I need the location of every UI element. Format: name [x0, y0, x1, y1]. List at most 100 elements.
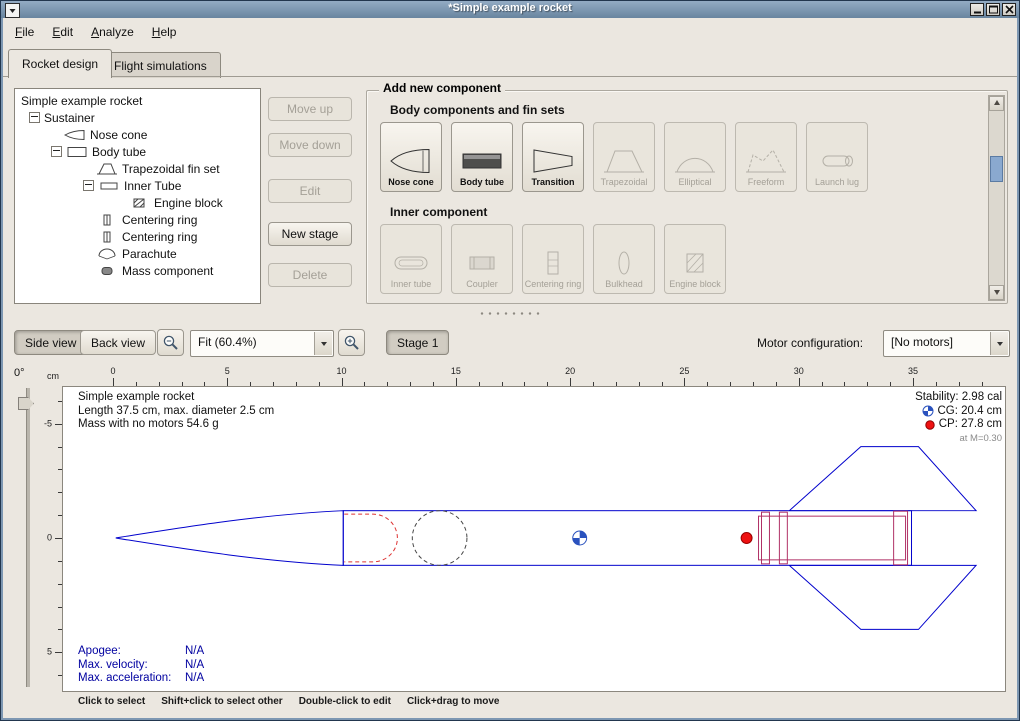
- flight-stat-row: Max. velocity:N/A: [78, 659, 204, 673]
- tree-item-trapezoidal-fin-set[interactable]: Trapezoidal fin set: [15, 160, 260, 177]
- tree-item-mass-component[interactable]: Mass component: [15, 262, 260, 279]
- centering-ring-icon: [96, 214, 118, 226]
- scrollbar-thumb[interactable]: [990, 156, 1003, 182]
- tree-item-sustainer[interactable]: Sustainer: [15, 109, 260, 126]
- centering-ring-icon: [96, 231, 118, 243]
- component-button-label: Transition: [531, 178, 574, 188]
- zoom-in-icon: [343, 334, 360, 351]
- ruler-tick-label: 10: [337, 366, 347, 376]
- tree-item-nose-cone[interactable]: Nose cone: [15, 126, 260, 143]
- zoom-select[interactable]: Fit (60.4%): [190, 330, 334, 357]
- component-button-label: Inner tube: [391, 280, 432, 290]
- mach-label: at M=0.30: [915, 432, 1002, 446]
- zoom-out-button[interactable]: [157, 329, 184, 356]
- component-button-freeform: Freeform: [735, 122, 797, 192]
- flight-stats: Apogee:N/AMax. velocity:N/AMax. accelera…: [78, 645, 204, 686]
- status-hint: Click+drag to move: [407, 696, 500, 707]
- action-buttons: Move upMove downEditNew stageDelete: [268, 0, 352, 300]
- menu-help[interactable]: Help: [143, 22, 186, 42]
- ruler-tick-label: 20: [565, 366, 575, 376]
- motor-configuration-value: [No motors]: [891, 335, 953, 349]
- menu-file[interactable]: File: [6, 22, 43, 42]
- new-stage-button[interactable]: New stage: [268, 222, 352, 246]
- tree-item-centering-ring[interactable]: Centering ring: [15, 211, 260, 228]
- ruler-tick-label: 30: [794, 366, 804, 376]
- status-hint: Click to select: [78, 696, 145, 707]
- title-bar[interactable]: *Simple example rocket: [1, 1, 1019, 18]
- tree-item-body-tube[interactable]: Body tube: [15, 143, 260, 160]
- component-button-nose-cone[interactable]: Nose cone: [380, 122, 442, 192]
- maximize-button[interactable]: [986, 3, 1000, 16]
- component-button-label: Coupler: [466, 280, 498, 290]
- coupler-icon: [460, 248, 504, 278]
- cp-icon: [924, 419, 936, 431]
- splitter-grip[interactable]: [478, 310, 542, 318]
- body-components-row: Nose coneBody tube Transition Trapezoidal E…: [380, 122, 868, 192]
- tree-item-simple-example-rocket[interactable]: Simple example rocket: [15, 92, 260, 109]
- tree-item-label: Trapezoidal fin set: [122, 162, 220, 176]
- component-button-label: Launch lug: [815, 178, 859, 188]
- chevron-down-icon[interactable]: [990, 332, 1008, 355]
- transition-icon: [531, 146, 575, 176]
- side-view-button[interactable]: Side view: [14, 330, 87, 355]
- tree-expander-icon[interactable]: [51, 146, 62, 157]
- tree-item-label: Engine block: [154, 196, 223, 210]
- bulkhead-icon: [602, 248, 646, 278]
- component-button-centering-ring: Centering ring: [522, 224, 584, 294]
- tree-item-engine-block[interactable]: Engine block: [15, 194, 260, 211]
- scroll-up-icon[interactable]: [989, 96, 1004, 111]
- horizontal-ruler: 05101520253035: [62, 366, 1006, 386]
- component-button-coupler: Coupler: [451, 224, 513, 294]
- component-tree[interactable]: Simple example rocketSustainerNose coneB…: [14, 88, 261, 304]
- tab-rocket-design[interactable]: Rocket design: [8, 49, 112, 78]
- tree-item-label: Parachute: [122, 247, 177, 261]
- cp-marker: [741, 533, 752, 544]
- vertical-ruler: -505: [40, 386, 62, 692]
- tree-item-parachute[interactable]: Parachute: [15, 245, 260, 262]
- motor-configuration-select[interactable]: [No motors]: [883, 330, 1010, 357]
- zoom-in-button[interactable]: [338, 329, 365, 356]
- back-view-button[interactable]: Back view: [80, 330, 156, 355]
- move-down-button: Move down: [268, 133, 352, 157]
- component-button-label: Trapezoidal: [601, 178, 648, 188]
- tree-expander-icon[interactable]: [29, 112, 40, 123]
- body-tube-icon: [66, 146, 88, 158]
- rotation-slider[interactable]: [26, 388, 30, 687]
- component-button-label: Centering ring: [525, 280, 582, 290]
- component-scrollbar[interactable]: [988, 95, 1005, 301]
- rotation-angle-label: 0°: [14, 367, 25, 379]
- rocket-dimensions: Length 37.5 cm, max. diameter 2.5 cm: [78, 405, 274, 419]
- launch-lug-icon: [815, 146, 859, 176]
- stability-info: Stability: 2.98 cal CG: 20.4 cm CP: 27.8…: [915, 391, 1002, 445]
- body-components-label: Body components and fin sets: [390, 103, 565, 117]
- component-button-transition[interactable]: Transition: [522, 122, 584, 192]
- flight-stat-row: Max. acceleration:N/A: [78, 672, 204, 686]
- component-button-label: Elliptical: [678, 178, 711, 188]
- minimize-button[interactable]: [970, 3, 984, 16]
- stability-value: Stability: 2.98 cal: [915, 391, 1002, 405]
- ruler-tick-label: 15: [451, 366, 461, 376]
- tab-label: Rocket design: [22, 57, 98, 71]
- menu-bar: FileEditAnalyzeHelp: [6, 21, 185, 43]
- tree-expander-icon[interactable]: [83, 180, 94, 191]
- rocket-drawing[interactable]: [63, 387, 1005, 691]
- ruler-tick-label: 35: [908, 366, 918, 376]
- scroll-down-icon[interactable]: [989, 285, 1004, 300]
- chevron-down-icon[interactable]: [314, 332, 332, 355]
- close-button[interactable]: [1002, 3, 1016, 16]
- cp-row: CP: 27.8 cm: [915, 418, 1002, 432]
- tree-item-centering-ring[interactable]: Centering ring: [15, 228, 260, 245]
- tree-item-label: Inner Tube: [124, 179, 181, 193]
- inner-tube-icon: [389, 248, 433, 278]
- menu-analyze[interactable]: Analyze: [82, 22, 143, 42]
- zoom-value: Fit (60.4%): [198, 335, 257, 349]
- delete-button: Delete: [268, 263, 352, 287]
- tree-item-inner-tube[interactable]: Inner Tube: [15, 177, 260, 194]
- inner-tube-icon: [98, 180, 120, 192]
- menu-edit[interactable]: Edit: [43, 22, 82, 42]
- tab-flight-simulations[interactable]: Flight simulations: [100, 52, 221, 78]
- component-button-body-tube[interactable]: Body tube: [451, 122, 513, 192]
- stage-1-toggle[interactable]: Stage 1: [386, 330, 449, 355]
- motor-configuration-label: Motor configuration:: [757, 336, 863, 350]
- nose-shoulder-hidden: [344, 514, 397, 562]
